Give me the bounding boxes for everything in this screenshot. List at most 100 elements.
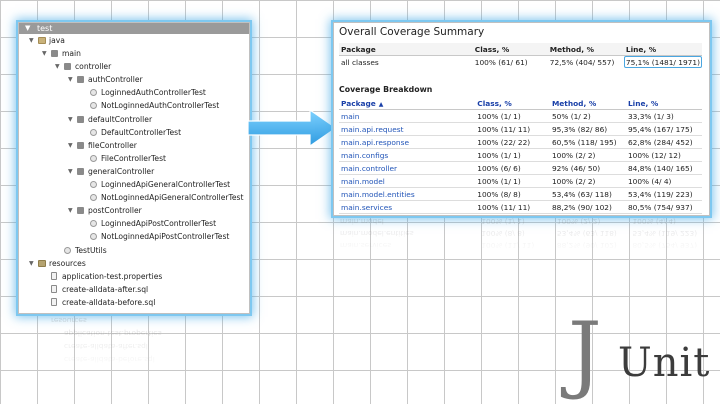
coverage-breakdown-table: Package ▲ Class, % Method, % Line, % main… <box>339 97 702 214</box>
table-reflection: main.services 100% (11/ 11) 88,2% (90/ 102… <box>333 214 708 254</box>
tree-item[interactable]: TestUtils <box>19 244 249 257</box>
package-link[interactable]: main.api.response <box>339 135 476 149</box>
tree-item[interactable]: NotLoginnedApiGeneralControllerTest <box>19 191 249 204</box>
package-link[interactable]: main.model.entities <box>339 187 476 201</box>
expand-arrow-icon[interactable]: ▼ <box>68 204 73 217</box>
table-row: main.api.response 100% (22/ 22) 60,5% (118… <box>339 135 702 149</box>
tree-item[interactable]: ▼ java <box>19 34 249 47</box>
arrow-right-icon <box>248 110 338 146</box>
tree-item-label: main <box>62 49 81 59</box>
expand-arrow-icon[interactable]: ▼ <box>25 23 30 34</box>
table-row: main.model.entities 100% (8/ 8) 53,4% (63/… <box>339 187 702 201</box>
test-class-icon <box>90 233 97 241</box>
table-row: main.services 100% (11/ 11) 88,2% (90/ 102… <box>339 200 702 214</box>
expand-arrow-icon[interactable]: ▼ <box>55 60 60 73</box>
tree-item[interactable]: LoginnedAuthControllerTest <box>19 86 249 99</box>
tree-item[interactable]: DefaultControllerTest <box>19 126 249 139</box>
expand-arrow-icon[interactable]: ▼ <box>68 165 73 178</box>
test-class-icon <box>90 154 97 162</box>
sort-by-class-header[interactable]: Class, % <box>475 97 550 110</box>
tree-item-label: resources <box>49 258 86 268</box>
reflection-cell: 53,4% (119/ 223) <box>632 229 698 238</box>
sort-ascending-icon[interactable]: ▲ <box>379 101 384 108</box>
breakdown-title: Coverage Breakdown <box>339 85 433 94</box>
tree-item[interactable]: NotLoginnedAuthControllerTest <box>19 99 249 112</box>
tree-root-label: test <box>37 24 53 33</box>
junit-logo: J Unit <box>568 304 718 404</box>
method-coverage: 100% (2/ 2) <box>549 174 626 188</box>
method-coverage: 95,3% (82/ 86) <box>549 122 626 136</box>
package-link[interactable]: main.services <box>339 200 476 214</box>
line-coverage: 53,4% (119/ 223) <box>625 187 702 201</box>
tree-item-label: TestUtils <box>75 245 107 255</box>
expand-arrow-icon[interactable]: ▼ <box>68 73 73 86</box>
reflection-line: create-alldata-before.sql <box>64 355 155 364</box>
tree-item[interactable]: ▼ authController <box>19 73 249 86</box>
tree-item-label: NotLoginnedApiPostControllerTest <box>101 232 230 242</box>
reflection-cell: main.model.entities <box>340 229 414 238</box>
sort-by-package-header[interactable]: Package ▲ <box>339 97 476 110</box>
overall-line: 75,1% (1481/ 1971) <box>623 55 702 68</box>
tree-root-row[interactable]: ▼ test <box>19 23 249 34</box>
tree-item[interactable]: ▼ fileController <box>19 139 249 152</box>
method-coverage: 100% (2/ 2) <box>549 148 626 162</box>
sort-by-method-header[interactable]: Method, % <box>549 97 626 110</box>
tree-item[interactable]: create-alldata-after.sql <box>19 283 249 296</box>
tree-item[interactable]: ▼ postController <box>19 204 249 217</box>
tree-item-label: application-test.properties <box>62 271 163 281</box>
file-icon <box>51 272 57 281</box>
expand-arrow-icon[interactable]: ▼ <box>68 113 73 126</box>
class-coverage: 100% (1/ 1) <box>475 148 550 162</box>
package-link[interactable]: main.api.request <box>339 122 476 136</box>
class-coverage: 100% (6/ 6) <box>475 161 550 175</box>
expand-arrow-icon[interactable]: ▼ <box>68 139 73 152</box>
package-link[interactable]: main.configs <box>339 148 476 162</box>
tree-item[interactable]: LoginnedApiPostControllerTest <box>19 217 249 230</box>
line-coverage: 33,3% (1/ 3) <box>625 109 702 123</box>
package-link[interactable]: main.controller <box>339 161 476 175</box>
col-header-class: Class, % <box>472 43 548 56</box>
col-header-line: Line, % <box>623 43 702 56</box>
expand-arrow-icon[interactable]: ▼ <box>29 34 34 47</box>
method-coverage: 92% (46/ 50) <box>549 161 626 175</box>
tree-item[interactable]: NotLoginnedApiPostControllerTest <box>19 230 249 243</box>
package-link[interactable]: main <box>339 109 476 123</box>
col-header-package: Package <box>341 98 376 108</box>
reflection-line: main.services 100% (11/ 11) 88,2% (90/ 102… <box>333 238 708 250</box>
coverage-title: Overall Coverage Summary <box>339 26 485 38</box>
tree-item[interactable]: create-alldata-before.sql <box>19 296 249 309</box>
project-tree: ▼ java ▼ main ▼ controller ▼ authController Logi… <box>19 34 249 309</box>
test-class-icon <box>64 246 71 254</box>
tree-item-label: authController <box>88 75 143 85</box>
file-icon <box>51 298 57 307</box>
class-coverage: 100% (22/ 22) <box>475 135 550 149</box>
package-icon <box>64 63 71 71</box>
tree-item-label: fileController <box>88 140 137 150</box>
reflection-cell: 80,5% (754/ 937) <box>632 241 698 250</box>
reflection-cell: main.services <box>340 241 392 250</box>
expand-arrow-icon[interactable]: ▼ <box>42 47 47 60</box>
tree-item[interactable]: ▼ generalController <box>19 165 249 178</box>
tree-item[interactable]: ▼ controller <box>19 60 249 73</box>
tree-item-label: LoginnedApiPostControllerTest <box>101 219 217 229</box>
sort-by-line-header[interactable]: Line, % <box>625 97 702 110</box>
expand-arrow-icon[interactable]: ▼ <box>29 257 34 270</box>
table-row: main.controller 100% (6/ 6) 92% (46/ 50) 84… <box>339 161 702 175</box>
tree-item[interactable]: application-test.properties <box>19 270 249 283</box>
package-icon <box>51 50 58 58</box>
tree-item[interactable]: ▼ main <box>19 47 249 60</box>
tree-item[interactable]: ▼ defaultController <box>19 113 249 126</box>
tree-item-label: NotLoginnedApiGeneralControllerTest <box>101 193 244 203</box>
method-coverage: 60,5% (118/ 195) <box>549 135 626 149</box>
tree-item-label: LoginnedApiGeneralControllerTest <box>101 180 231 190</box>
reflection-line: main.model.entities 100% (8/ 8) 53,4% (63/… <box>333 226 708 238</box>
method-coverage: 50% (1/ 2) <box>549 109 626 123</box>
tree-item-label: generalController <box>88 166 155 176</box>
tree-item[interactable]: LoginnedApiGeneralControllerTest <box>19 178 249 191</box>
tree-item[interactable]: ▼ resources <box>19 257 249 270</box>
test-class-icon <box>90 102 97 110</box>
test-class-icon <box>90 89 97 97</box>
tree-item[interactable]: FileControllerTest <box>19 152 249 165</box>
package-link[interactable]: main.model <box>339 174 476 188</box>
resources-folder-icon <box>38 259 46 267</box>
